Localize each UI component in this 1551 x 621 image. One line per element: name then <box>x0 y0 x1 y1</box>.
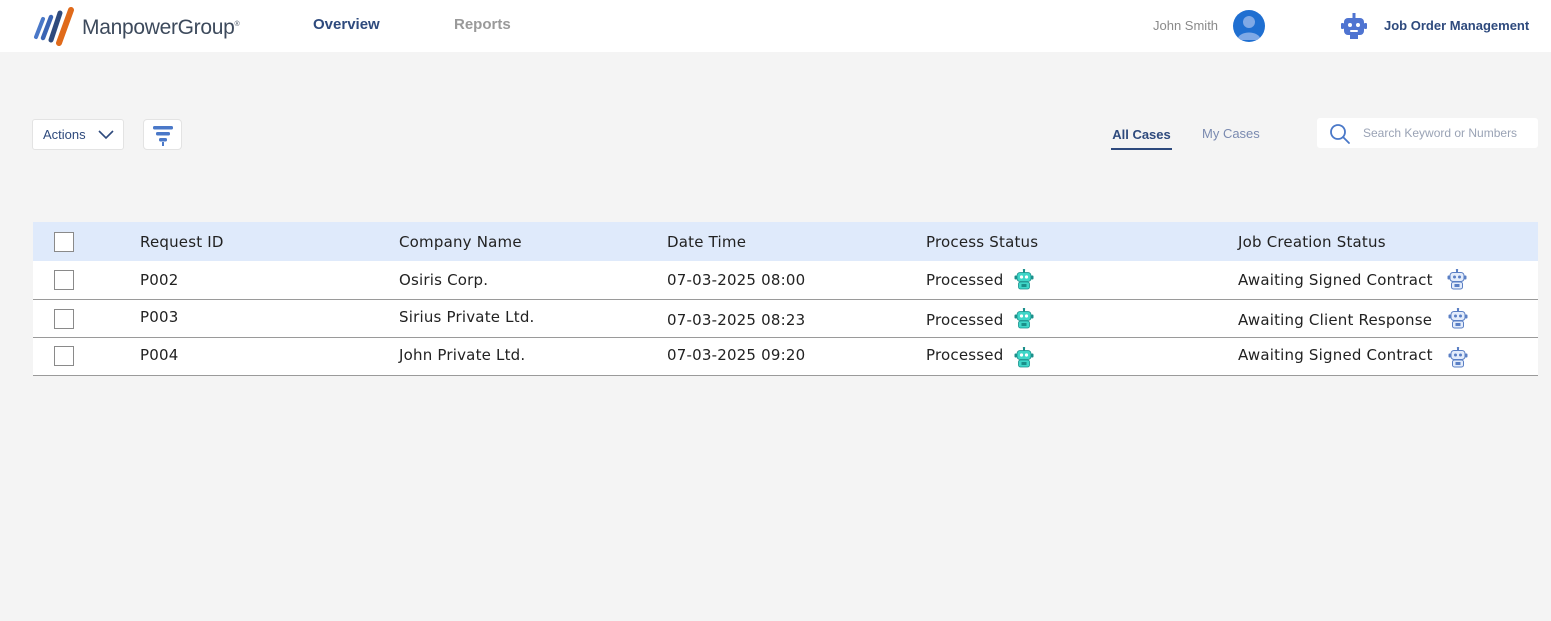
top-bar: ManpowerGroup® Overview Reports John Smi… <box>0 0 1551 52</box>
date-time: 07-03-2025 09:20 <box>667 346 806 364</box>
row-checkbox[interactable] <box>54 270 74 290</box>
header-job-creation-status[interactable]: Job Creation Status <box>1238 233 1386 251</box>
request-id[interactable]: P004 <box>140 346 178 364</box>
brand-name: ManpowerGroup® <box>82 16 240 40</box>
job-creation-status: Awaiting Signed Contract <box>1238 346 1433 364</box>
request-id[interactable]: P002 <box>140 271 178 289</box>
actions-label: Actions <box>43 127 86 142</box>
filter-button[interactable] <box>143 119 182 150</box>
row-checkbox[interactable] <box>54 346 74 366</box>
brand-reg-mark: ® <box>234 21 240 28</box>
company-name: John Private Ltd. <box>399 346 526 364</box>
user-avatar-icon <box>1237 16 1261 40</box>
header-request-id[interactable]: Request ID <box>140 233 224 251</box>
tab-all-cases[interactable]: All Cases <box>1111 127 1172 150</box>
process-status: Processed <box>926 311 1004 329</box>
company-name: Sirius Private Ltd. <box>399 308 535 326</box>
job-bot-icon[interactable] <box>1447 347 1469 369</box>
header-date-time[interactable]: Date Time <box>667 233 746 251</box>
date-time: 07-03-2025 08:23 <box>667 311 806 329</box>
brand-logo-icon <box>34 7 74 46</box>
process-status: Processed <box>926 346 1004 364</box>
company-name: Osiris Corp. <box>399 271 489 289</box>
header-process-status[interactable]: Process Status <box>926 233 1038 251</box>
bot-icon[interactable] <box>1340 12 1368 40</box>
search-input[interactable] <box>1363 123 1533 143</box>
cases-table: Request ID Company Name Date Time Proces… <box>33 222 1538 376</box>
search-box <box>1317 118 1538 148</box>
table-header: Request ID Company Name Date Time Proces… <box>33 222 1538 261</box>
app-name: Job Order Management <box>1384 18 1530 33</box>
filter-icon <box>152 125 173 146</box>
job-bot-icon[interactable] <box>1447 308 1469 330</box>
process-bot-icon[interactable] <box>1013 347 1035 369</box>
table-row[interactable]: P002 Osiris Corp. 07-03-2025 08:00 Proce… <box>33 261 1538 300</box>
tab-my-cases[interactable]: My Cases <box>1202 126 1260 141</box>
job-creation-status: Awaiting Signed Contract <box>1238 271 1433 289</box>
user-name: John Smith <box>1153 18 1219 33</box>
header-company-name[interactable]: Company Name <box>399 233 522 251</box>
process-bot-icon[interactable] <box>1013 269 1035 291</box>
request-id[interactable]: P003 <box>140 308 178 326</box>
brand-logo[interactable]: ManpowerGroup® <box>32 7 240 47</box>
row-checkbox[interactable] <box>54 309 74 329</box>
select-all-checkbox[interactable] <box>54 232 74 252</box>
nav-reports[interactable]: Reports <box>454 16 511 33</box>
job-creation-status: Awaiting Client Response <box>1238 311 1433 329</box>
avatar[interactable] <box>1233 10 1265 42</box>
actions-dropdown[interactable]: Actions <box>32 119 124 150</box>
job-bot-icon[interactable] <box>1446 269 1468 291</box>
table-row[interactable]: P004 John Private Ltd. 07-03-2025 09:20 … <box>33 338 1538 376</box>
date-time: 07-03-2025 08:00 <box>667 271 806 289</box>
process-status: Processed <box>926 271 1004 289</box>
process-bot-icon[interactable] <box>1013 308 1035 330</box>
table-row[interactable]: P003 Sirius Private Ltd. 07-03-2025 08:2… <box>33 300 1538 338</box>
search-icon[interactable] <box>1329 123 1351 145</box>
nav-overview[interactable]: Overview <box>313 16 380 33</box>
chevron-down-icon <box>98 130 114 140</box>
brand-name-text: ManpowerGroup <box>82 16 235 39</box>
